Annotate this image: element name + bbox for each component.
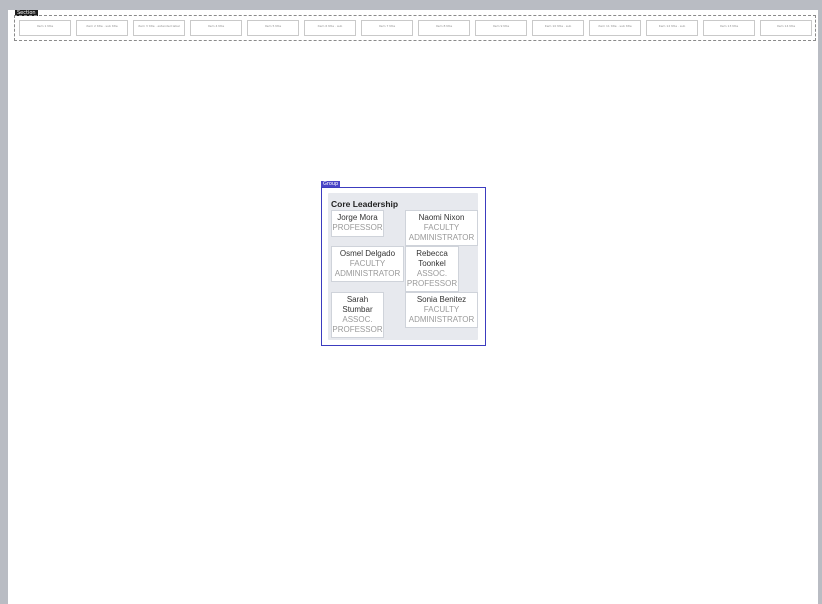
member-card[interactable]: Osmel Delgado FACULTY ADMINISTRATOR bbox=[331, 246, 404, 282]
member-title: FACULTY ADMINISTRATOR bbox=[334, 259, 401, 278]
section-placeholder[interactable]: item 8 title bbox=[418, 20, 470, 36]
member-name: Jorge Mora bbox=[337, 213, 378, 222]
group-container[interactable]: Core Leadership Jorge Mora PROFESSOR Nao… bbox=[321, 187, 486, 346]
member-title: ASSOC. PROFESSOR bbox=[332, 315, 383, 334]
member-title: FACULTY ADMINISTRATOR bbox=[408, 223, 475, 242]
section-placeholder[interactable]: item 1 title bbox=[19, 20, 71, 36]
section-placeholder[interactable]: item 13 title bbox=[703, 20, 755, 36]
member-name: Sonia Benitez bbox=[416, 295, 467, 304]
section-placeholder[interactable]: item 10 title · sub bbox=[532, 20, 584, 36]
member-card[interactable]: Jorge Mora PROFESSOR bbox=[331, 210, 384, 237]
section-placeholder[interactable]: item 2 title · sub title bbox=[76, 20, 128, 36]
member-card[interactable]: Sonia Benitez FACULTY ADMINISTRATOR bbox=[405, 292, 478, 328]
section-container[interactable]: item 1 title item 2 title · sub title it… bbox=[14, 15, 816, 41]
section-placeholder[interactable]: item 7 title bbox=[361, 20, 413, 36]
member-title: FACULTY ADMINISTRATOR bbox=[408, 305, 475, 324]
member-name: Sarah Stumbar bbox=[342, 295, 373, 314]
member-card[interactable]: Naomi Nixon FACULTY ADMINISTRATOR bbox=[405, 210, 478, 246]
group-body: Core Leadership Jorge Mora PROFESSOR Nao… bbox=[328, 193, 478, 340]
group-title: Core Leadership bbox=[331, 199, 399, 209]
section-placeholder[interactable]: item 11 title · sub title bbox=[589, 20, 641, 36]
section-placeholder[interactable]: item 6 title · sub bbox=[304, 20, 356, 36]
section-placeholder[interactable]: item 9 title bbox=[475, 20, 527, 36]
member-title: ASSOC. PROFESSOR bbox=[406, 269, 458, 288]
member-name: Rebecca Toonkel bbox=[416, 249, 448, 268]
section-placeholder[interactable]: item 5 title bbox=[247, 20, 299, 36]
section-placeholder[interactable]: item 14 title bbox=[760, 20, 812, 36]
member-name: Osmel Delgado bbox=[339, 249, 396, 258]
member-card[interactable]: Rebecca Toonkel ASSOC. PROFESSOR bbox=[405, 246, 459, 292]
section-placeholder[interactable]: item 4 title bbox=[190, 20, 242, 36]
member-name: Naomi Nixon bbox=[418, 213, 465, 222]
member-title: PROFESSOR bbox=[332, 223, 383, 232]
member-card[interactable]: Sarah Stumbar ASSOC. PROFESSOR bbox=[331, 292, 384, 338]
section-placeholder[interactable]: item 12 title · sub bbox=[646, 20, 698, 36]
section-placeholder[interactable]: item 3 title · extended label bbox=[133, 20, 185, 36]
